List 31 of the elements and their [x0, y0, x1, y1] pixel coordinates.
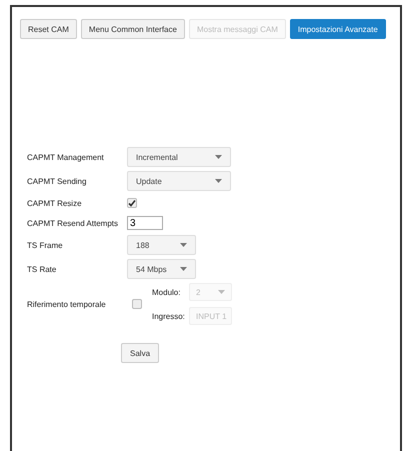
dropdown[interactable]: Update [127, 171, 231, 191]
field-label: CAPMT Resize [27, 198, 83, 208]
dropdown-value: Incremental [136, 152, 178, 162]
checkbox[interactable] [127, 198, 137, 208]
dropdown-value: 2 [196, 288, 200, 296]
caret-icon [180, 243, 187, 247]
dropdown-value: 188 [136, 240, 150, 250]
field-label: CAPMT Management [27, 152, 105, 162]
checkbox[interactable] [132, 299, 142, 309]
tab[interactable]: Impostazioni Avanzate [290, 19, 386, 39]
dropdown-value: INPUT 1 [196, 312, 227, 320]
tab[interactable]: Menu Common Interface [80, 19, 185, 39]
dropdown[interactable]: 188 [127, 235, 196, 255]
field-label: CAPMT Sending [27, 176, 88, 186]
caret-icon [215, 179, 222, 183]
field-label: Riferimento temporale [27, 300, 107, 308]
tab[interactable]: Reset CAM [20, 19, 77, 39]
caret-icon [180, 267, 187, 271]
input-field[interactable]: 3 [127, 216, 163, 230]
field-label: CAPMT Resend Attempts [27, 218, 119, 228]
field-label: Modulo: [152, 288, 182, 296]
dropdown[interactable]: 54 Mbps [127, 259, 196, 279]
field-label: TS Rate [27, 264, 58, 274]
caret-icon [218, 290, 225, 294]
dropdown[interactable]: Incremental [127, 147, 231, 167]
caret-icon [215, 155, 222, 159]
field-label: Ingresso: [152, 312, 186, 320]
dropdown-value: Update [136, 176, 162, 186]
save-button[interactable]: Salva [121, 343, 160, 363]
dropdown-value: 54 Mbps [136, 264, 167, 274]
field-label: TS Frame [27, 240, 64, 250]
